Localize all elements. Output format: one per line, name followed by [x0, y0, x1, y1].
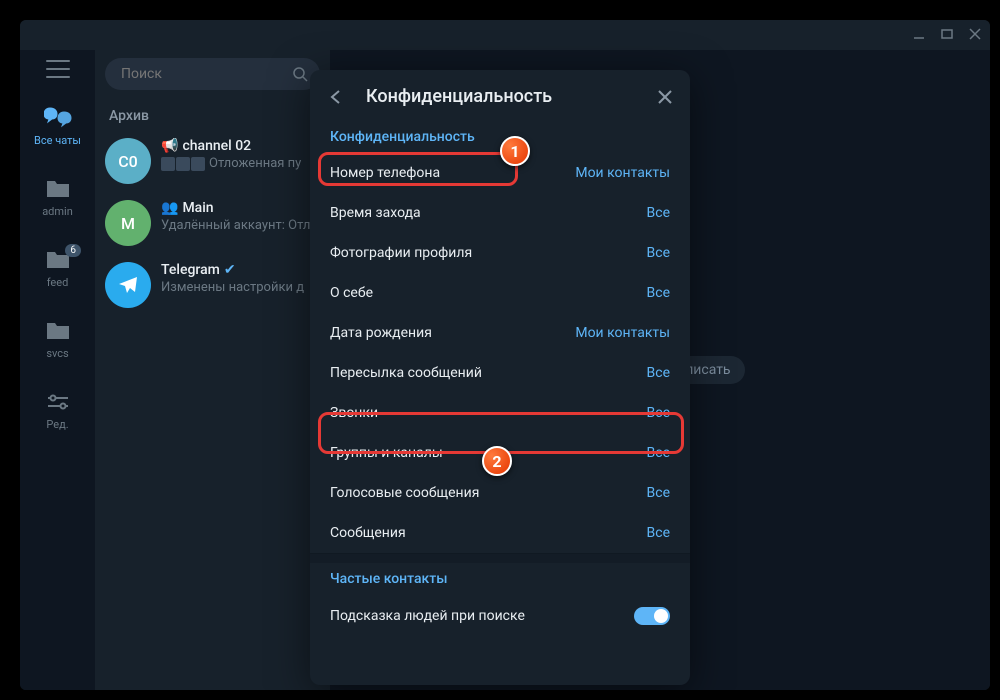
- modal-body[interactable]: Конфиденциальность Номер телефонаМои кон…: [310, 121, 690, 685]
- setting-value: Все: [647, 245, 670, 261]
- setting-photos[interactable]: Фотографии профиля Все: [310, 233, 690, 273]
- setting-value: Мои контакты: [575, 325, 670, 341]
- toggle-suggest-people[interactable]: Подсказка людей при поиске: [310, 595, 690, 637]
- setting-label: Дата рождения: [330, 325, 432, 341]
- close-button[interactable]: [656, 88, 674, 106]
- search-icon: [292, 66, 308, 86]
- annotation-marker-1: 1: [500, 136, 530, 166]
- modal-header: Конфиденциальность: [310, 70, 690, 121]
- setting-label: Сообщения: [330, 525, 406, 541]
- folder-all-chats[interactable]: Все чаты: [20, 100, 95, 153]
- setting-value: Все: [647, 205, 670, 221]
- section-header-frequent: Частые контакты: [310, 563, 690, 595]
- setting-birthday[interactable]: Дата рождения Мои контакты: [310, 313, 690, 353]
- setting-lastseen[interactable]: Время захода Все: [310, 193, 690, 233]
- setting-label: О себе: [330, 285, 373, 301]
- chat-item[interactable]: C0 📢channel 02 Отложенная пу: [95, 130, 330, 192]
- chat-text: 👥Main Удалённый аккаунт: Отл: [161, 200, 320, 246]
- archive-header[interactable]: Архив: [95, 98, 330, 130]
- folder-label: admin: [42, 205, 73, 218]
- chat-subtitle: Отложенная пу: [209, 156, 301, 171]
- setting-value: Все: [647, 525, 670, 541]
- folder-icon: [44, 177, 72, 201]
- verified-icon: ✔: [224, 262, 236, 278]
- folder-icon: [44, 319, 72, 343]
- setting-value: Все: [647, 445, 670, 461]
- search-input[interactable]: [105, 58, 320, 90]
- menu-button[interactable]: [46, 60, 70, 78]
- back-button[interactable]: [326, 87, 346, 107]
- chat-title: Telegram: [161, 262, 220, 278]
- folder-sidebar: Все чаты admin 6 feed svcs Ред.: [20, 50, 95, 690]
- section-divider: [310, 553, 690, 563]
- chat-item[interactable]: M 👥Main Удалённый аккаунт: Отл: [95, 192, 330, 254]
- setting-value: Мои контакты: [575, 165, 670, 181]
- toggle-label: Подсказка людей при поиске: [330, 608, 525, 624]
- setting-bio[interactable]: О себе Все: [310, 273, 690, 313]
- chat-list: Архив C0 📢channel 02 Отложенная пу M 👥Ma…: [95, 50, 330, 690]
- setting-phone[interactable]: Номер телефона Мои контакты: [310, 153, 690, 193]
- window-close-button[interactable]: [968, 26, 982, 45]
- chat-text: 📢channel 02 Отложенная пу: [161, 138, 320, 184]
- folder-label: Все чаты: [34, 134, 81, 147]
- minimize-button[interactable]: [912, 26, 926, 45]
- setting-messages[interactable]: Сообщения Все: [310, 513, 690, 553]
- setting-label: Пересылка сообщений: [330, 365, 482, 381]
- privacy-modal: Конфиденциальность Конфиденциальность Но…: [310, 70, 690, 685]
- chats-icon: [44, 106, 72, 130]
- setting-label: Голосовые сообщения: [330, 485, 479, 501]
- setting-value: Все: [647, 365, 670, 381]
- chat-subtitle: Удалённый аккаунт: Отл: [161, 218, 320, 233]
- setting-value: Все: [647, 285, 670, 301]
- setting-label: Группы и каналы: [330, 445, 443, 461]
- maximize-button[interactable]: [940, 26, 954, 45]
- folder-svcs[interactable]: svcs: [20, 313, 95, 366]
- titlebar: [20, 20, 990, 50]
- modal-title: Конфиденциальность: [366, 86, 636, 107]
- folder-edit[interactable]: Ред.: [20, 384, 95, 437]
- setting-value: Все: [647, 485, 670, 501]
- avatar: C0: [105, 138, 151, 184]
- chat-title: channel 02: [182, 138, 251, 154]
- megaphone-icon: 📢: [161, 138, 178, 154]
- annotation-marker-2: 2: [482, 446, 512, 476]
- toggle-switch[interactable]: [634, 607, 670, 625]
- msg-thumbs: [161, 157, 205, 171]
- avatar: M: [105, 200, 151, 246]
- search-wrap: [95, 50, 330, 98]
- setting-label: Номер телефона: [330, 165, 440, 181]
- chat-item[interactable]: Telegram✔ Изменены настройки д: [95, 254, 330, 316]
- sliders-icon: [44, 390, 72, 414]
- folder-feed[interactable]: 6 feed: [20, 242, 95, 295]
- setting-label: Звонки: [330, 405, 378, 421]
- setting-voice[interactable]: Голосовые сообщения Все: [310, 473, 690, 513]
- folder-admin[interactable]: admin: [20, 171, 95, 224]
- folder-badge: 6: [65, 244, 81, 257]
- folder-label: svcs: [46, 347, 68, 360]
- group-icon: 👥: [161, 200, 178, 216]
- folder-label: Ред.: [46, 418, 68, 431]
- setting-calls[interactable]: Звонки Все: [310, 393, 690, 433]
- setting-label: Фотографии профиля: [330, 245, 472, 261]
- setting-value: Все: [647, 405, 670, 421]
- chat-subtitle: Изменены настройки д: [161, 280, 320, 295]
- setting-label: Время захода: [330, 205, 421, 221]
- avatar: [105, 262, 151, 308]
- folder-label: feed: [47, 276, 69, 289]
- chat-text: Telegram✔ Изменены настройки д: [161, 262, 320, 308]
- chat-title: Main: [182, 200, 213, 216]
- setting-forward[interactable]: Пересылка сообщений Все: [310, 353, 690, 393]
